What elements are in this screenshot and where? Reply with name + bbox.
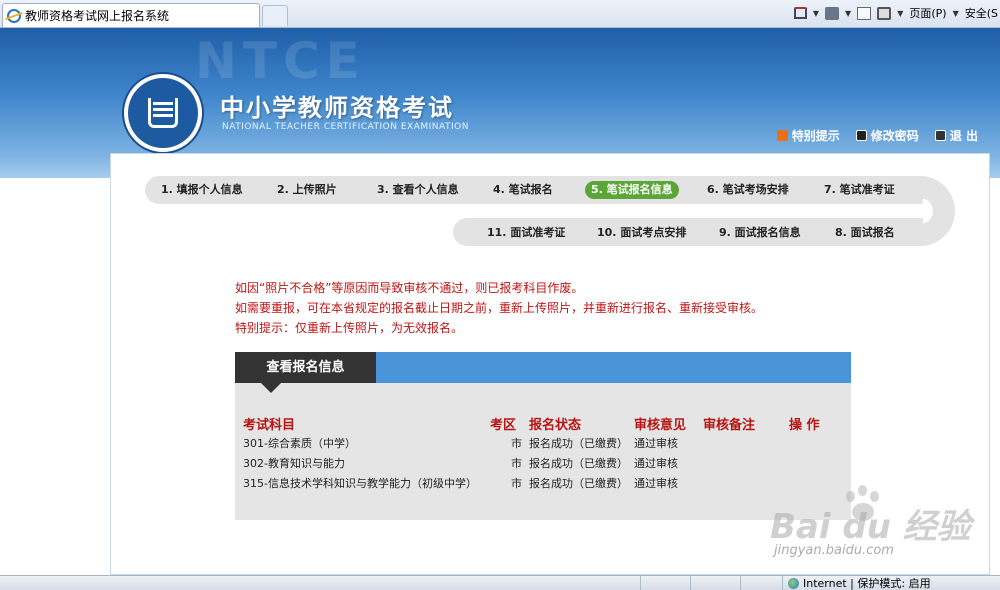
exit-icon [934,130,946,141]
key-icon [855,130,867,141]
row-district: 市 [511,477,522,490]
step-2-upload-photo[interactable]: 2. 上传照片 [271,181,343,199]
ie-icon [7,8,21,23]
step-3-view-info[interactable]: 3. 查看个人信息 [371,181,465,199]
col-remark: 审核备注 [703,418,756,433]
logout-label: 退 出 [949,129,978,143]
step-10-interview-venue[interactable]: 10. 面试考点安排 [591,224,692,242]
mail-icon[interactable] [857,6,872,20]
notice-line-2: 如需要重报，可在本省规定的报名截止日期之前，重新上传照片，并重新进行报名、重新接… [235,301,764,315]
site-logo [122,72,204,154]
browser-statusbar: Internet | 保护模式: 启用 [0,575,1000,590]
row-review: 通过审核 [634,437,678,450]
col-action: 操 作 [789,418,820,433]
notice-line-3: 特别提示：仅重新上传照片，为无效报名。 [235,321,464,335]
step-1-fill-info[interactable]: 1. 填报个人信息 [155,181,249,199]
baidu-watermark: Bai du 经验 jingyan.baidu.com [770,485,980,565]
step-4-written-signup[interactable]: 4. 笔试报名 [487,181,559,199]
status-divider [740,576,741,590]
command-bar: ▼ ▼ ▼ 页面(P) ▼ 安全(S [793,3,1000,23]
panel-header: 查看报名信息 [235,352,851,393]
banner-watermark: NTCE [195,32,366,90]
safety-menu[interactable]: 安全(S [965,5,998,21]
page-menu[interactable]: 页面(P) [909,5,946,21]
table-row: 302-教育知识与能力 市 报名成功（已缴费） 通过审核 [235,455,851,475]
row-subject: 301-综合素质（中学） [243,437,356,450]
home-icon[interactable] [793,7,807,19]
row-status: 报名成功（已缴费） [529,437,628,450]
help-link[interactable]: 特别提示 [776,127,840,144]
browser-tab-title: 教师资格考试网上报名系统 [25,9,170,23]
feeds-icon[interactable] [825,6,840,20]
logo-emblem [128,78,198,148]
col-district: 考区 [490,418,517,433]
row-district: 市 [511,457,522,470]
step-11-interview-admission-ticket[interactable]: 11. 面试准考证 [481,224,571,242]
row-review: 通过审核 [634,477,678,490]
watermark-brand: Bai du 经验 [770,507,971,547]
step-6-written-exam-room[interactable]: 6. 笔试考场安排 [701,181,795,199]
watermark-url: jingyan.baidu.com [774,543,894,558]
help-link-label: 特别提示 [791,129,840,143]
status-divider [640,576,641,590]
book-icon [148,98,178,128]
browser-tab[interactable]: 教师资格考试网上报名系统 [2,3,260,27]
change-password-label: 修改密码 [870,129,919,143]
step-navigation: 1. 填报个人信息 2. 上传照片 3. 查看个人信息 4. 笔试报名 5. 笔… [145,176,955,246]
site-subtitle: NATIONAL TEACHER CERTIFICATION EXAMINATI… [222,122,469,132]
feeds-dropdown-icon[interactable]: ▼ [845,9,851,18]
help-icon [776,130,788,141]
status-divider [782,576,783,590]
table-row: 301-综合素质（中学） 市 报名成功（已缴费） 通过审核 [235,435,851,455]
print-dropdown-icon[interactable]: ▼ [897,9,903,18]
row-district: 市 [511,437,522,450]
step-9-interview-signup-info[interactable]: 9. 面试报名信息 [713,224,807,242]
step-8-interview-signup[interactable]: 8. 面试报名 [829,224,901,242]
header-links: 特别提示 修改密码 退 出 [776,127,978,144]
notice-line-1: 如因“照片不合格”等原因而导致审核不通过，则已报考科目作废。 [235,281,584,295]
table-row: 315-信息技术学科知识与教学能力（初级中学） 市 报名成功（已缴费） 通过审核 [235,475,851,495]
globe-icon [788,577,799,589]
print-icon[interactable] [877,6,892,20]
row-status: 报名成功（已缴费） [529,477,628,490]
step-5-written-signup-info[interactable]: 5. 笔试报名信息 [585,181,679,199]
panel-title: 查看报名信息 [235,352,376,393]
col-status: 报名状态 [529,418,582,433]
browser-toolbar: 教师资格考试网上报名系统 ▼ ▼ ▼ 页面(P) ▼ 安全(S [0,0,1000,28]
security-zone[interactable]: Internet | 保护模式: 启用 [788,576,931,590]
logout-link[interactable]: 退 出 [934,127,978,144]
step-7-written-admission-ticket[interactable]: 7. 笔试准考证 [818,181,901,199]
row-review: 通过审核 [634,457,678,470]
page-menu-dropdown-icon[interactable]: ▼ [953,9,959,18]
row-subject: 315-信息技术学科知识与教学能力（初级中学） [243,477,477,490]
row-subject: 302-教育知识与能力 [243,457,345,470]
new-tab-button[interactable] [262,5,288,26]
photo-notice: 如因“照片不合格”等原因而导致审核不通过，则已报考科目作废。 如需要重报，可在本… [235,278,763,338]
col-review: 审核意见 [634,418,687,433]
col-subject: 考试科目 [243,418,296,433]
change-password-link[interactable]: 修改密码 [855,127,919,144]
signup-info-panel: 查看报名信息 考试科目 考区 报名状态 审核意见 审核备注 操 作 301-综合… [235,352,851,520]
row-status: 报名成功（已缴费） [529,457,628,470]
status-divider [690,576,691,590]
site-title: 中小学教师资格考试 [220,94,454,122]
security-zone-label: Internet | 保护模式: 启用 [803,577,931,590]
home-dropdown-icon[interactable]: ▼ [813,9,819,18]
